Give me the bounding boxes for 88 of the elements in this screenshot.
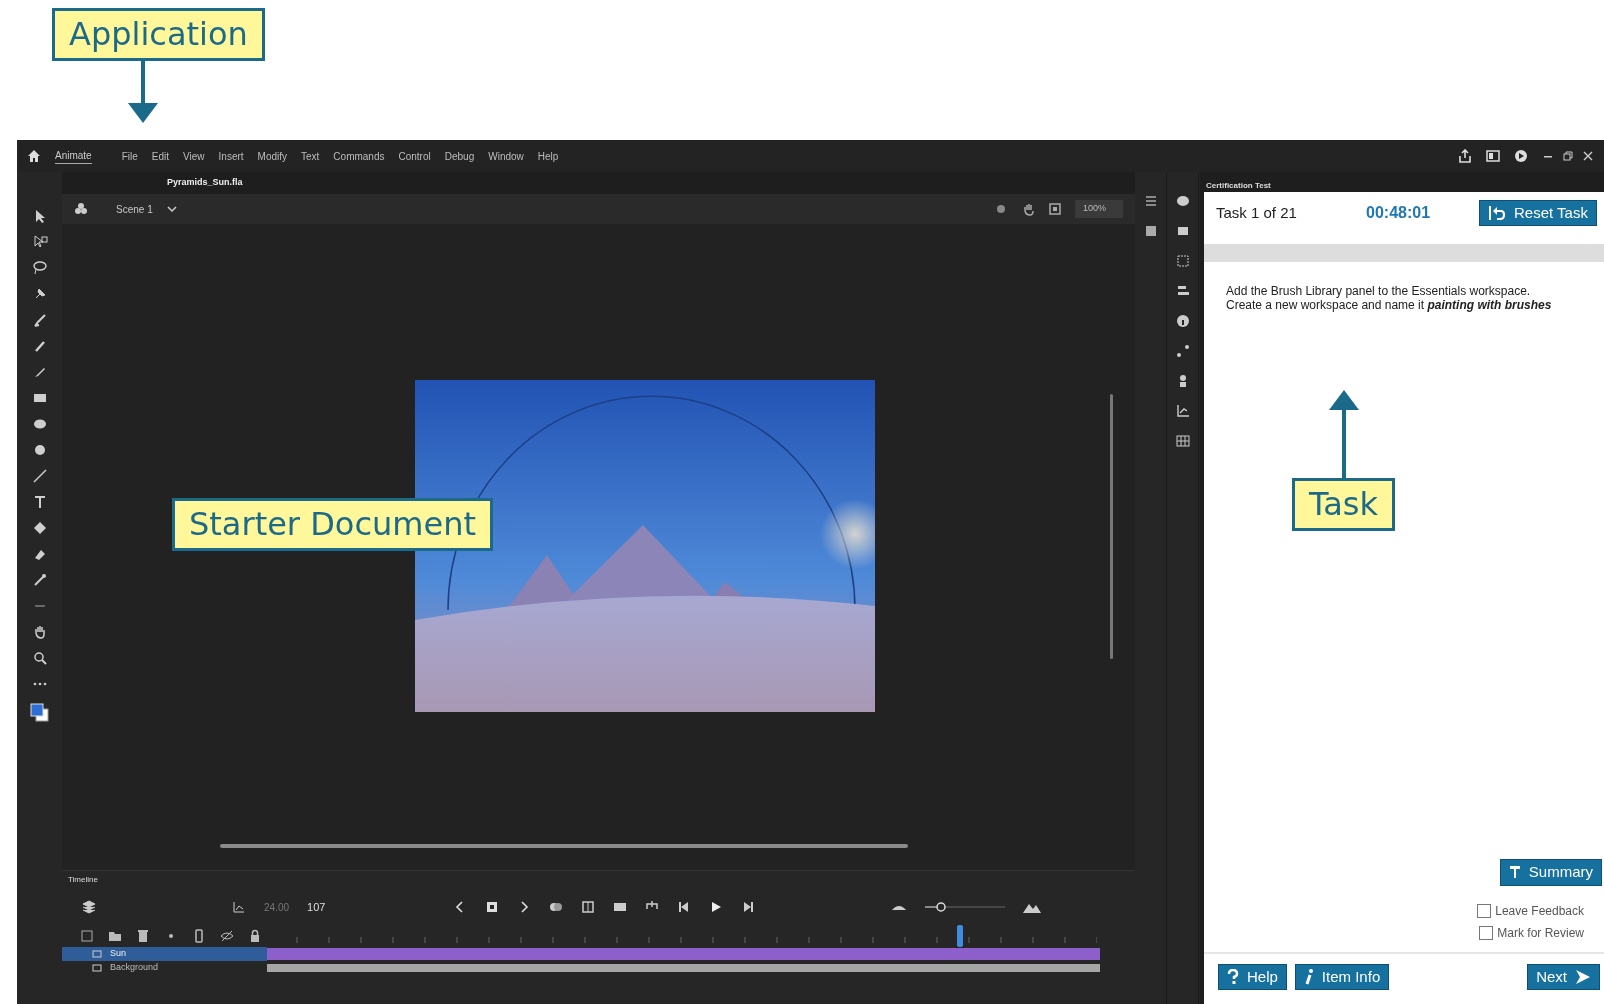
subselection-icon[interactable] — [31, 234, 48, 250]
brush-icon[interactable] — [31, 312, 48, 328]
task-instructions: Create a new workspace and name it painting with brushes — [1226, 298, 1553, 313]
edit-frames-icon[interactable] — [581, 900, 596, 914]
menu-item[interactable]: Debug — [444, 148, 475, 164]
swatches-icon[interactable] — [1175, 224, 1190, 238]
play-circle-icon[interactable] — [1514, 149, 1528, 163]
panel-tab[interactable]: Timeline — [68, 874, 98, 886]
reset-task-button[interactable]: Reset Task — [1479, 199, 1597, 227]
folder-icon[interactable] — [108, 929, 122, 943]
layer-name: Sun — [110, 947, 126, 961]
step-forward-icon[interactable] — [741, 900, 756, 914]
motion-path-icon[interactable] — [1175, 344, 1190, 358]
layers-icon[interactable] — [82, 900, 96, 914]
restore-icon[interactable] — [1562, 150, 1574, 162]
menu-item[interactable]: Insert — [218, 148, 244, 164]
align-icon[interactable] — [1175, 284, 1190, 298]
zoom-slider-track[interactable] — [925, 900, 1006, 914]
scene-icon[interactable] — [74, 202, 88, 216]
film-icon[interactable] — [613, 900, 628, 914]
checkbox[interactable] — [1477, 903, 1492, 918]
chart-axes-icon[interactable] — [1175, 404, 1190, 418]
horizontal-scrollbar[interactable] — [220, 844, 908, 848]
menu-item[interactable]: View — [183, 148, 205, 164]
countdown-timer: 00:48:01 — [1366, 203, 1432, 223]
center-stage-icon[interactable] — [995, 203, 1007, 215]
close-icon[interactable] — [1582, 150, 1594, 162]
next-button[interactable]: Next — [1527, 963, 1600, 990]
share-icon[interactable] — [1458, 149, 1472, 163]
slider-thumb[interactable] — [936, 902, 947, 912]
checkbox-label: Mark for Review — [1497, 924, 1584, 942]
panel-title: Certification Test — [1205, 180, 1272, 192]
new-layer-icon[interactable] — [80, 929, 94, 943]
info-i-icon — [1303, 968, 1314, 985]
lock-icon[interactable] — [248, 929, 262, 943]
menu-item[interactable]: Control — [398, 148, 431, 164]
hide-eye-icon[interactable] — [220, 929, 234, 943]
layer-row[interactable]: Sun — [62, 947, 267, 961]
current-frame[interactable]: 107 — [307, 898, 326, 916]
color-swatch-icon[interactable] — [28, 702, 51, 724]
add-keyframe-icon[interactable] — [485, 900, 500, 914]
properties-icon[interactable] — [1143, 194, 1158, 208]
trash-icon[interactable] — [136, 929, 150, 943]
menu-item[interactable]: Window — [488, 148, 524, 164]
task-counter: Task 1 of 21 — [1216, 202, 1298, 223]
item-info-button[interactable]: Item Info — [1294, 963, 1390, 990]
graph-icon[interactable] — [232, 900, 246, 914]
app-name: Animate — [55, 148, 92, 164]
callout-label: Task — [1292, 478, 1396, 532]
layer-name: Background — [110, 961, 159, 975]
checkbox[interactable] — [1479, 925, 1494, 940]
menu-item[interactable]: Help — [537, 148, 559, 164]
menu-item[interactable]: Edit — [151, 148, 170, 164]
scene-name[interactable]: Scene 1 — [116, 201, 153, 217]
clip-icon[interactable] — [1049, 203, 1061, 215]
undo-icon — [1488, 205, 1506, 221]
summary-button[interactable]: Summary — [1499, 859, 1602, 886]
callout-arrow — [128, 61, 158, 124]
arrow-right-icon — [1575, 968, 1591, 985]
info-icon[interactable] — [1175, 314, 1190, 328]
lasso-icon[interactable] — [31, 260, 48, 276]
onion-skin-icon[interactable] — [549, 900, 564, 914]
help-button[interactable]: Help — [1218, 963, 1287, 990]
flag-icon — [1508, 865, 1521, 880]
panel-layout-icon[interactable] — [1486, 149, 1500, 163]
line-icon[interactable] — [31, 468, 48, 484]
document-tab[interactable]: Pyramids_Sun.fla — [167, 176, 243, 190]
phone-icon[interactable] — [192, 929, 206, 943]
menu-item[interactable]: Modify — [257, 148, 287, 164]
palette-icon[interactable] — [1175, 194, 1190, 208]
transform-icon[interactable] — [1175, 254, 1190, 268]
magnifier-icon[interactable] — [31, 650, 48, 666]
chevron-down-icon[interactable] — [166, 204, 177, 214]
menu-item[interactable]: Text — [301, 148, 320, 164]
layer-row[interactable]: Background — [62, 961, 267, 975]
vertical-scrollbar[interactable] — [1110, 394, 1113, 659]
zoom-field[interactable]: 100% — [1075, 200, 1123, 218]
library-icon[interactable] — [1143, 224, 1158, 238]
grid-icon[interactable] — [1175, 434, 1190, 448]
question-mark-icon — [1227, 968, 1239, 985]
menu-item[interactable]: Commands — [333, 148, 385, 164]
hand-icon[interactable] — [1021, 202, 1035, 216]
task-instructions: Add the Brush Library panel to the Essentials workspace. — [1226, 284, 1532, 299]
callout-label: Application — [52, 8, 265, 62]
callout-label: Starter Document — [172, 498, 493, 552]
home-icon[interactable] — [27, 149, 41, 163]
checkbox-label: Leave Feedback — [1495, 902, 1584, 920]
menu-item[interactable]: File — [121, 148, 138, 164]
